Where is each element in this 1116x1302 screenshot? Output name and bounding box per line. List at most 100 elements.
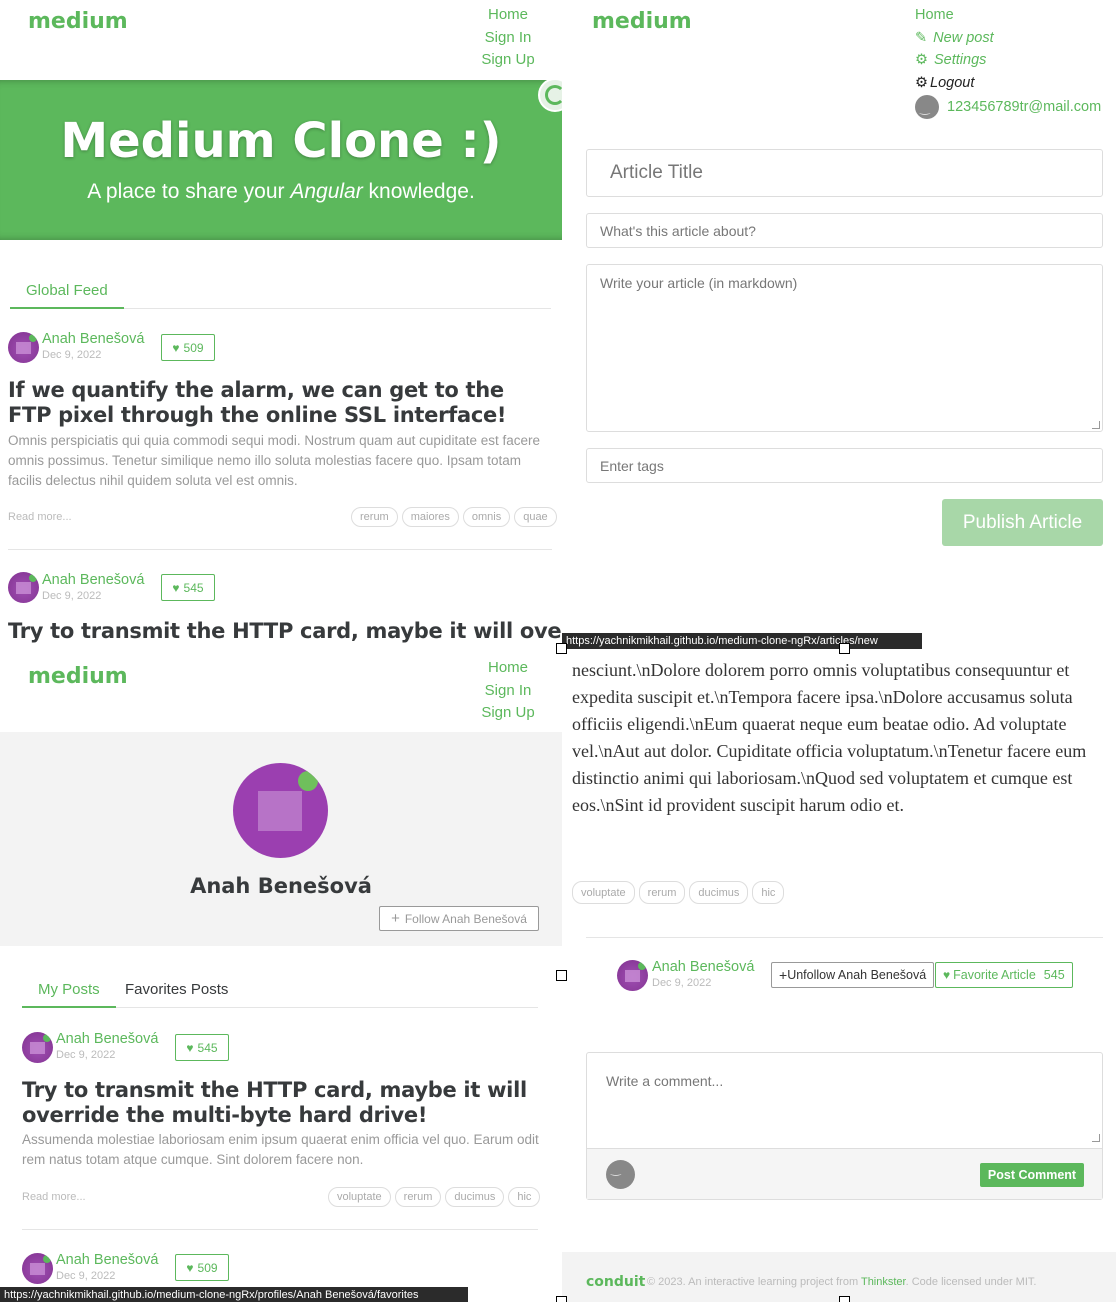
publish-article-button[interactable]: Publish Article (942, 499, 1103, 546)
plus-icon: + (391, 910, 400, 927)
comment-form: Write a comment... Post Comment (586, 1052, 1103, 1200)
comment-textarea[interactable]: Write a comment... (587, 1053, 1102, 1148)
unfollow-button[interactable]: + Unfollow Anah Benešová (771, 962, 935, 988)
tab-favorites-posts[interactable]: Favorites Posts (109, 978, 244, 1008)
main-nav: Home Sign In Sign Up (474, 4, 542, 72)
banner-title: Medium Clone :) (60, 113, 502, 169)
selection-handle[interactable] (556, 1296, 567, 1302)
nav-settings-link[interactable]: ⚙ Settings (915, 49, 1101, 72)
tag-pill: ducimus (689, 881, 749, 904)
favorite-article-button[interactable]: ♥ Favorite Article 545 (935, 962, 1073, 988)
tab-global-feed[interactable]: Global Feed (10, 279, 124, 309)
articles-toggle: My Posts Favorites Posts (22, 978, 538, 1008)
tag-list: voluptate rerum ducimus hic (328, 1187, 541, 1207)
user-avatar (915, 94, 939, 119)
resize-handle[interactable] (1092, 1134, 1100, 1142)
tab-my-posts[interactable]: My Posts (22, 978, 116, 1008)
article-description: Omnis perspiciatis qui quia commodi sequ… (8, 433, 540, 488)
brand-logo[interactable]: medium (28, 664, 128, 689)
author-link[interactable]: Anah Benešová (42, 572, 144, 588)
banner-subtitle: A place to share your Angular knowledge. (87, 180, 475, 203)
heart-icon: ♥ (172, 340, 180, 355)
nav-profile-link[interactable]: 123456789tr@mail.com (915, 94, 1101, 119)
status-bar-url: https://yachnikmikhail.github.io/medium-… (0, 1287, 468, 1302)
article-title-input[interactable]: Article Title (586, 149, 1103, 197)
main-nav: Home ✎New post ⚙Settings ⚙Logout 1234567… (915, 4, 1101, 119)
nav-sign-in-link[interactable]: Sign In (485, 27, 532, 50)
article-body: nesciunt.\nDolore dolorem porro omnis vo… (572, 660, 1087, 815)
brand-logo[interactable]: medium (28, 9, 128, 34)
footer-logo[interactable]: conduit (586, 1274, 645, 1290)
tag-pill: rerum (394, 1187, 442, 1207)
tag-pill: quae (514, 507, 557, 527)
page-footer: conduit © 2023. An interactive learning … (562, 1252, 1116, 1302)
editor-page-panel: medium Home ✎ New post ⚙ Settings ⚙ Logout … (562, 0, 1116, 649)
favorite-button[interactable]: ♥ 509 (161, 334, 215, 361)
heart-icon: ♥ (943, 968, 951, 982)
avatar[interactable] (22, 1253, 53, 1284)
nav-sign-up-link[interactable]: Sign Up (481, 49, 534, 72)
plus-icon: + (779, 967, 788, 983)
avatar[interactable] (617, 960, 648, 991)
selection-handle[interactable] (839, 643, 850, 654)
avatar[interactable] (8, 332, 39, 363)
comment-form-footer: Post Comment (587, 1148, 1102, 1199)
tags-input[interactable]: Enter tags (586, 448, 1103, 483)
follow-button[interactable]: + Follow Anah Benešová (379, 906, 539, 931)
avatar[interactable] (8, 572, 39, 603)
article-about-input[interactable]: What's this article about? (586, 213, 1103, 248)
tag-pill: hic (508, 1187, 541, 1207)
selection-handle[interactable] (556, 643, 567, 654)
favorite-button[interactable]: ♥ 545 (175, 1034, 229, 1061)
article-title[interactable]: Try to transmit the HTTP card, maybe it … (22, 1078, 552, 1128)
heart-icon: ♥ (186, 1040, 194, 1055)
selection-handle[interactable] (839, 1296, 850, 1302)
heart-icon: ♥ (172, 580, 180, 595)
profile-avatar (233, 763, 328, 858)
brand-logo[interactable]: medium (592, 9, 692, 34)
author-link[interactable]: Anah Benešová (56, 1252, 158, 1268)
article-body-textarea[interactable]: Write your article (in markdown) (586, 264, 1103, 432)
favorite-button[interactable]: ♥ 509 (175, 1254, 229, 1281)
author-link[interactable]: Anah Benešová (652, 959, 754, 975)
read-more-link[interactable]: Read more... (22, 1191, 86, 1203)
tag-pill: ducimus (445, 1187, 505, 1207)
tag-pill: omnis (462, 507, 511, 527)
author-link[interactable]: Anah Benešová (56, 1031, 158, 1047)
tag-pill: hic (752, 881, 785, 904)
nav-new-post-link[interactable]: ✎ New post (915, 27, 1101, 50)
article-date: Dec 9, 2022 (42, 590, 102, 602)
home-page-panel: medium Home Sign In Sign Up Medium Clone… (0, 0, 562, 649)
nav-logout-link[interactable]: ⚙ Logout (915, 72, 1101, 95)
nav-sign-up-link[interactable]: Sign Up (481, 702, 534, 725)
avatar[interactable] (22, 1032, 53, 1063)
read-more-link[interactable]: Read more... (8, 511, 72, 523)
tag-pill: voluptate (328, 1187, 391, 1207)
comment-author-avatar (606, 1160, 635, 1189)
article-date: Dec 9, 2022 (56, 1049, 116, 1061)
nav-sign-in-link[interactable]: Sign In (485, 680, 532, 703)
tag-list: voluptate rerum ducimus hic (572, 881, 785, 904)
status-bar-url: https://yachnikmikhail.github.io/medium-… (562, 633, 922, 649)
nav-home-link[interactable]: Home (488, 4, 528, 27)
article-title[interactable]: Try to transmit the HTTP card, maybe it … (8, 619, 562, 644)
post-comment-button[interactable]: Post Comment (980, 1163, 1084, 1187)
thinkster-link[interactable]: Thinkster (861, 1276, 906, 1288)
article-date: Dec 9, 2022 (652, 977, 712, 989)
resize-handle[interactable] (1092, 421, 1100, 429)
main-nav: Home Sign In Sign Up (474, 657, 542, 725)
article-divider (586, 937, 1103, 938)
hero-banner: Medium Clone :) A place to share your An… (0, 80, 562, 240)
gear-icon: ⚙ (915, 52, 928, 69)
favorite-button[interactable]: ♥ 545 (161, 574, 215, 601)
author-link[interactable]: Anah Benešová (42, 331, 144, 347)
nav-home-link[interactable]: Home (488, 657, 528, 680)
footer-attribution: © 2023. An interactive learning project … (647, 1276, 1037, 1288)
tag-list: rerum maiores omnis quae (351, 507, 557, 527)
heart-icon: ♥ (186, 1260, 194, 1275)
article-date: Dec 9, 2022 (42, 349, 102, 361)
nav-home-link[interactable]: Home (915, 4, 1101, 27)
article-page-panel: nesciunt.\nDolore dolorem porro omnis vo… (562, 649, 1116, 1302)
article-title[interactable]: If we quantify the alarm, we can get to … (8, 378, 548, 428)
selection-handle[interactable] (556, 970, 567, 981)
